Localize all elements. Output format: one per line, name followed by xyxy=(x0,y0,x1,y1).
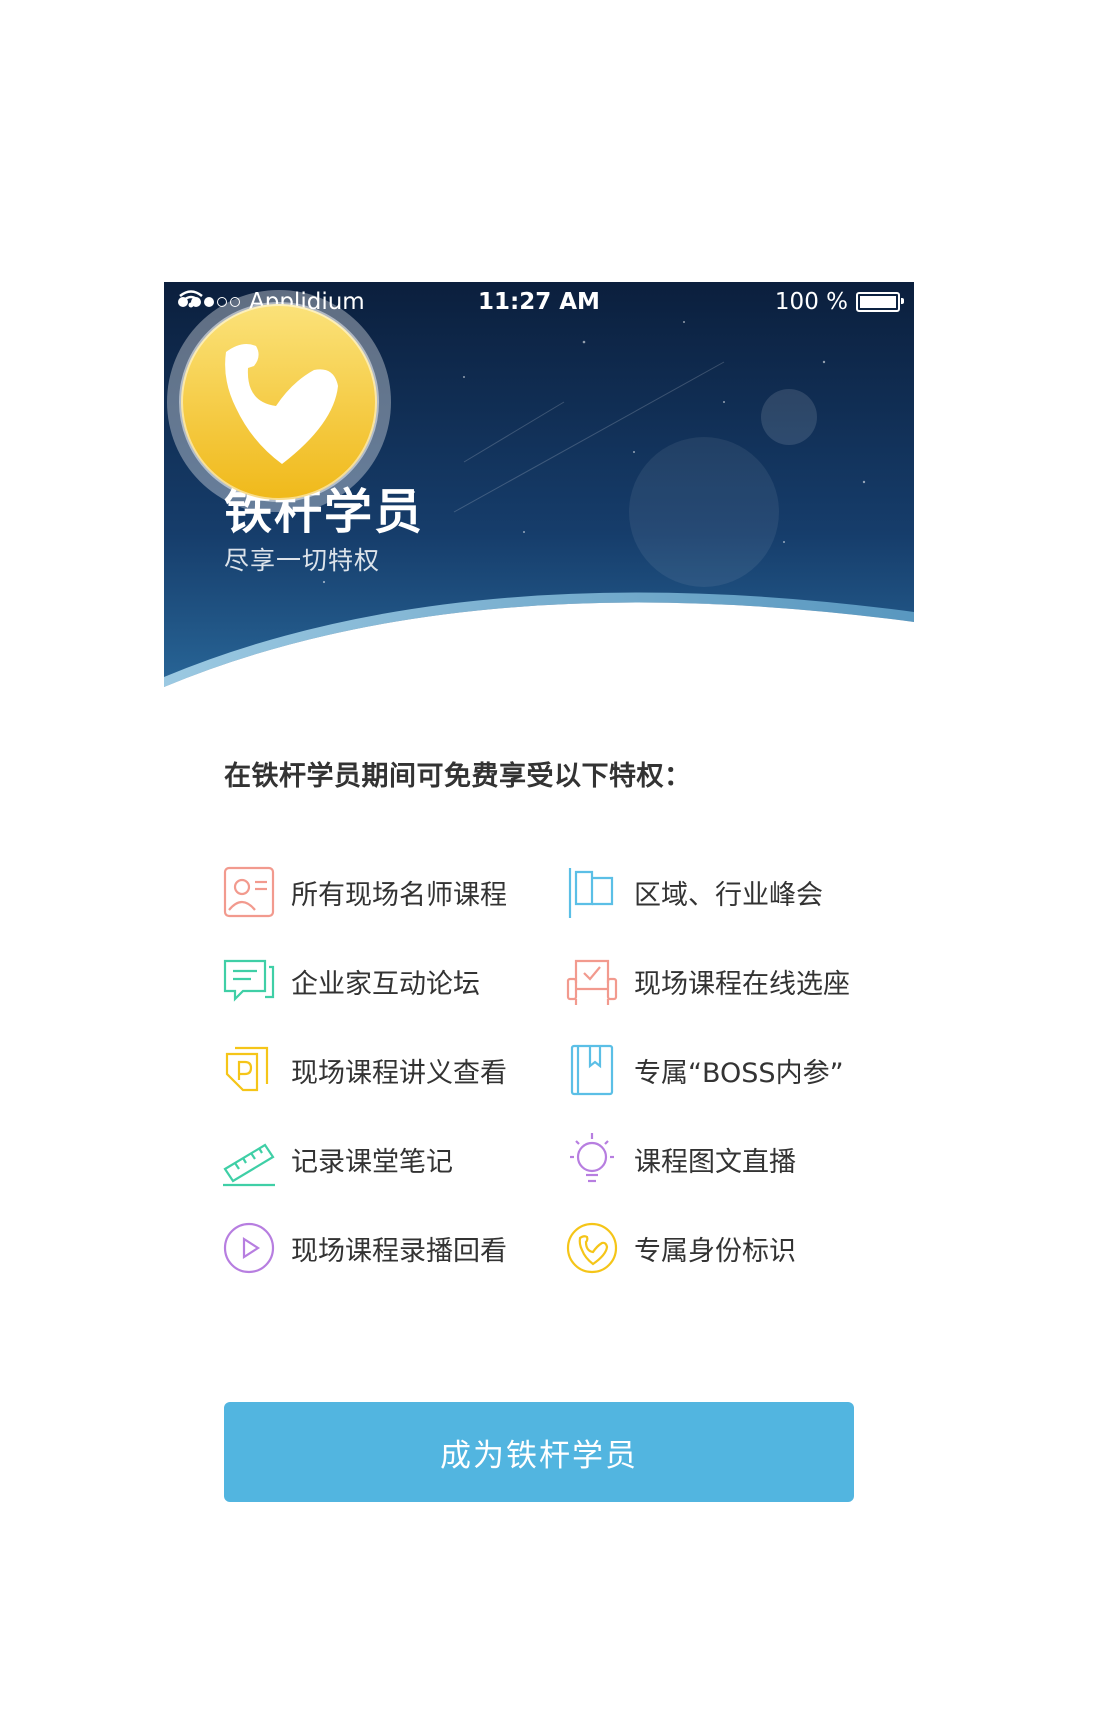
perk-item: 现场课程讲义查看 xyxy=(221,1040,507,1100)
perk-label: 所有现场名师课程 xyxy=(291,879,507,911)
perk-item: 区域、行业峰会 xyxy=(564,862,823,922)
perk-item: 现场课程在线选座 xyxy=(564,951,850,1011)
badge-icon xyxy=(564,1220,620,1276)
member-badge-icon xyxy=(167,290,391,512)
battery-icon xyxy=(856,292,904,312)
app-screen: Applidium 11:27 AM 100 % 铁杆学员 尽享一切特权 在铁杆… xyxy=(164,282,914,1552)
page-subtitle: 尽享一切特权 xyxy=(224,546,381,575)
handout-icon xyxy=(221,1042,277,1098)
perk-label: 专属“BOSS内参” xyxy=(634,1057,844,1089)
perk-label: 现场课程在线选座 xyxy=(634,968,850,1000)
teacher-icon xyxy=(221,864,277,920)
perk-item: 所有现场名师课程 xyxy=(221,862,507,922)
perk-label: 专属身份标识 xyxy=(634,1235,796,1267)
ruler-icon xyxy=(221,1131,277,1187)
perk-label: 记录课堂笔记 xyxy=(291,1146,453,1178)
play-icon xyxy=(221,1220,277,1276)
perk-label: 区域、行业峰会 xyxy=(634,879,823,911)
perk-label: 现场课程讲义查看 xyxy=(291,1057,507,1089)
perk-item: 专属“BOSS内参” xyxy=(564,1040,844,1100)
seat-icon xyxy=(564,953,620,1009)
perk-label: 课程图文直播 xyxy=(634,1146,796,1178)
perk-label: 企业家互动论坛 xyxy=(291,968,480,1000)
perk-item: 记录课堂笔记 xyxy=(221,1129,453,1189)
become-member-button[interactable]: 成为铁杆学员 xyxy=(224,1402,854,1502)
perk-item: 专属身份标识 xyxy=(564,1218,796,1278)
perk-label: 现场课程录播回看 xyxy=(291,1235,507,1267)
perk-item: 课程图文直播 xyxy=(564,1129,796,1189)
perks-intro: 在铁杆学员期间可免费享受以下特权： xyxy=(224,761,692,792)
book-icon xyxy=(564,1042,620,1098)
hero-banner: Applidium 11:27 AM 100 % 铁杆学员 尽享一切特权 xyxy=(164,282,914,702)
perk-item: 现场课程录播回看 xyxy=(221,1218,507,1278)
chat-icon xyxy=(221,953,277,1009)
perk-item: 企业家互动论坛 xyxy=(221,951,480,1011)
lightbulb-icon xyxy=(564,1131,620,1187)
flag-icon xyxy=(564,864,620,920)
battery-percent: 100 % xyxy=(774,289,848,315)
